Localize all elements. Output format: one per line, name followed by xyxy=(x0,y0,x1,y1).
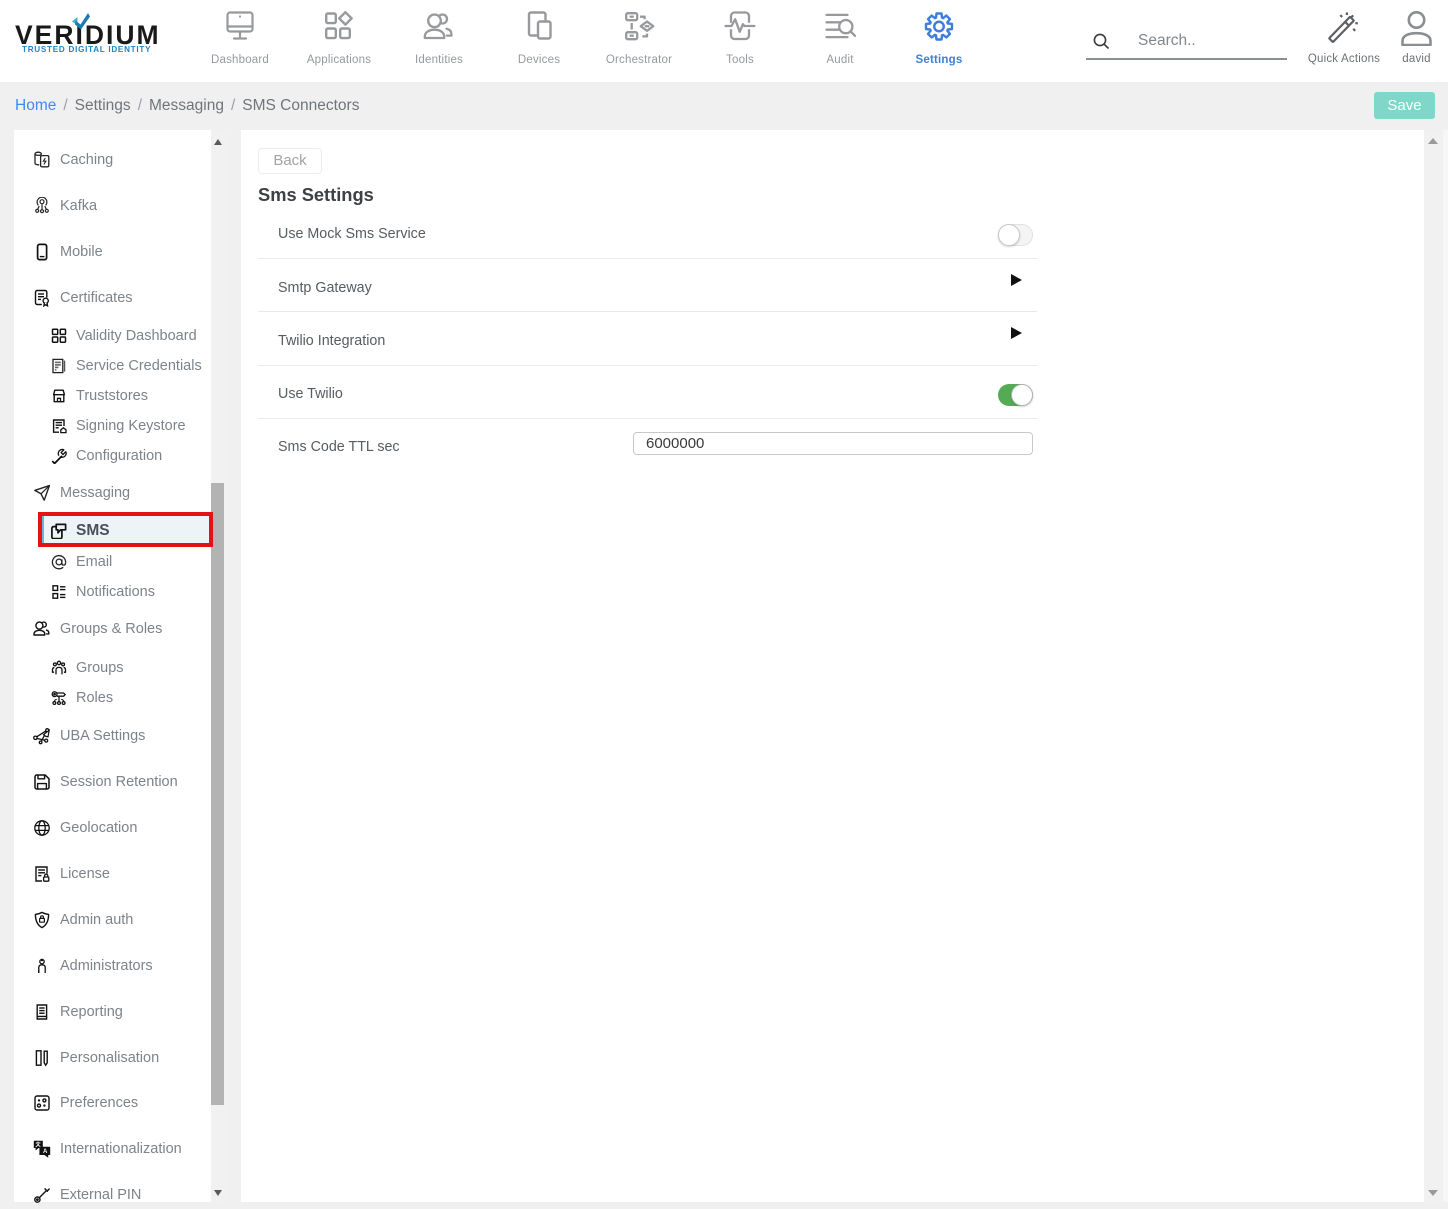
svg-text:A: A xyxy=(43,1149,48,1155)
